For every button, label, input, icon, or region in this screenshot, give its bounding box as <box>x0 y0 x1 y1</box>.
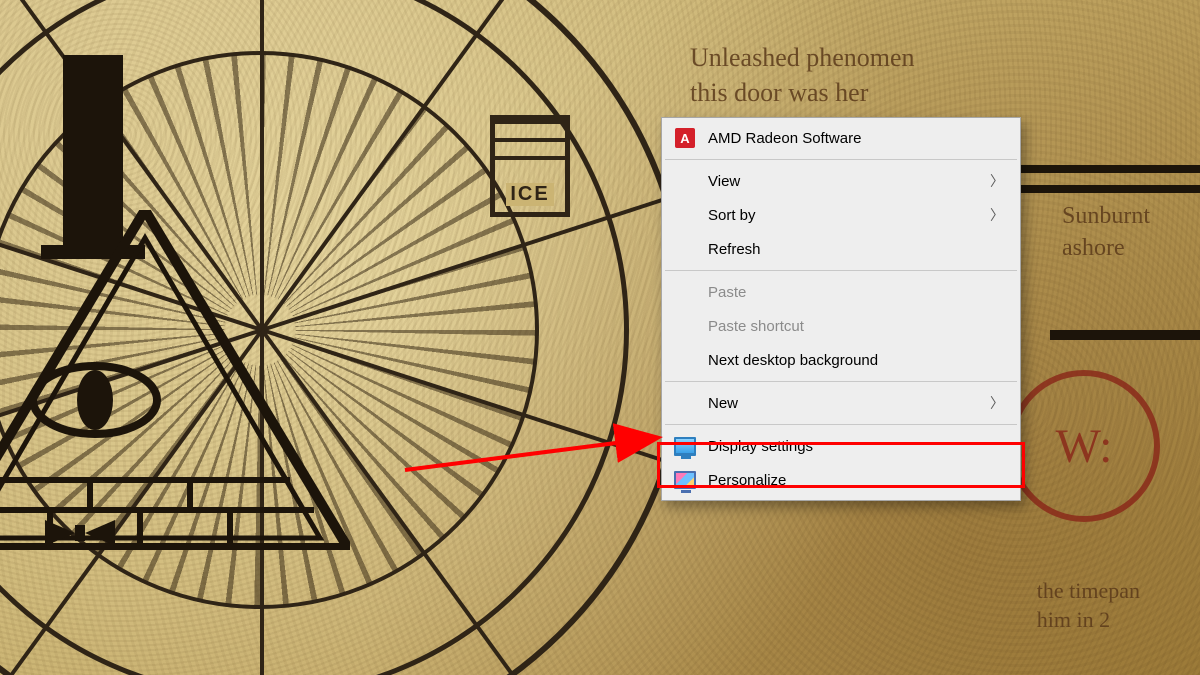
chevron-right-icon: 〉 <box>990 393 1004 413</box>
wallpaper-stamp: W: <box>1008 370 1160 522</box>
menu-item-paste-shortcut: Paste shortcut <box>664 309 1018 343</box>
desktop-context-menu: A AMD Radeon Software View 〉 Sort by 〉 R… <box>661 117 1021 501</box>
wallpaper-handwriting: Sunburnt ashore <box>1062 200 1150 265</box>
menu-item-amd-radeon-software[interactable]: A AMD Radeon Software <box>664 121 1018 155</box>
display-settings-icon <box>674 435 696 457</box>
menu-item-paste: Paste <box>664 275 1018 309</box>
spacer-icon <box>674 392 696 414</box>
spacer-icon <box>674 238 696 260</box>
menu-item-next-desktop-background[interactable]: Next desktop background <box>664 343 1018 377</box>
menu-item-view[interactable]: View 〉 <box>664 164 1018 198</box>
menu-item-label: Personalize <box>708 472 1004 489</box>
personalize-icon <box>674 469 696 491</box>
chevron-right-icon: 〉 <box>990 205 1004 225</box>
chevron-right-icon: 〉 <box>990 171 1004 191</box>
wallpaper-line <box>1015 185 1200 193</box>
menu-separator <box>665 381 1017 382</box>
menu-item-sort-by[interactable]: Sort by 〉 <box>664 198 1018 232</box>
menu-item-refresh[interactable]: Refresh <box>664 232 1018 266</box>
menu-item-label: AMD Radeon Software <box>708 130 1004 147</box>
menu-item-personalize[interactable]: Personalize <box>664 463 1018 497</box>
menu-separator <box>665 424 1017 425</box>
wallpaper-line <box>1050 330 1200 340</box>
menu-item-new[interactable]: New 〉 <box>664 386 1018 420</box>
stamp-text: W: <box>1056 419 1113 474</box>
menu-item-display-settings[interactable]: Display settings <box>664 429 1018 463</box>
spacer-icon <box>674 204 696 226</box>
spacer-icon <box>674 349 696 371</box>
spacer-icon <box>674 315 696 337</box>
spacer-icon <box>674 281 696 303</box>
wallpaper-line <box>1015 165 1200 173</box>
spacer-icon <box>674 170 696 192</box>
menu-item-label: Next desktop background <box>708 352 1004 369</box>
menu-separator <box>665 270 1017 271</box>
menu-item-label: New <box>708 395 990 412</box>
menu-separator <box>665 159 1017 160</box>
menu-item-label: Paste shortcut <box>708 318 1004 335</box>
menu-item-label: Display settings <box>708 438 1004 455</box>
menu-item-label: Sort by <box>708 207 990 224</box>
ice-label: ICE <box>506 183 553 206</box>
wallpaper-pyramid <box>0 210 350 550</box>
menu-item-label: View <box>708 173 990 190</box>
wallpaper-handwriting: the timepan him in 2 <box>1037 576 1140 635</box>
wallpaper-ice-bag-symbol: ICE <box>490 115 570 217</box>
menu-item-label: Refresh <box>708 241 1004 258</box>
amd-icon: A <box>674 127 696 149</box>
desktop-wallpaper[interactable]: ICE W: Unleashed p​henomen this door was… <box>0 0 1200 675</box>
menu-item-label: Paste <box>708 284 1004 301</box>
